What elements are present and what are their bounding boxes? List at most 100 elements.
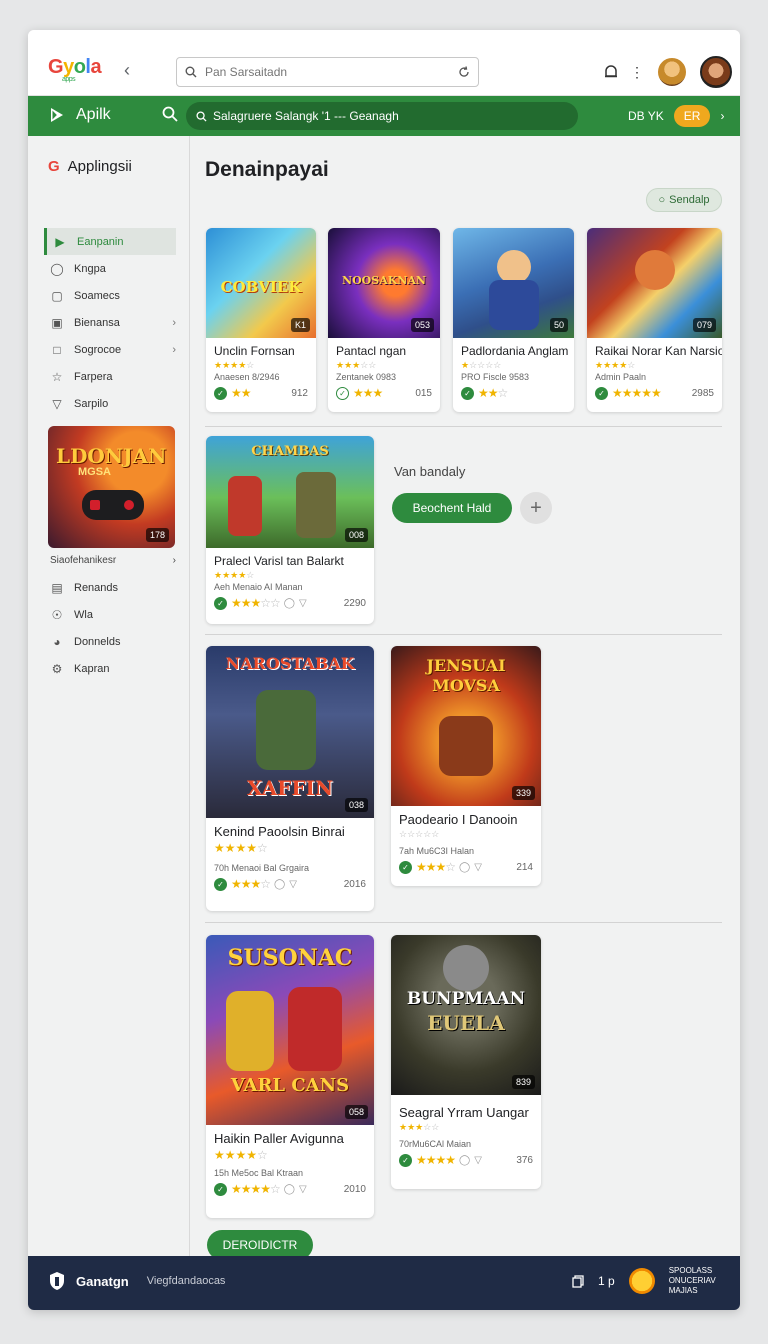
app-card[interactable]: NOOSAKNAN 053 Pantacl ngan ★★★☆☆ Zentane… xyxy=(328,228,440,412)
app-card[interactable]: CHAMBAS 008 Pralecl Varisl tan Balarkt ★… xyxy=(206,436,374,624)
download-count: 214 xyxy=(516,861,533,873)
like-icon[interactable]: ◯ xyxy=(284,1184,295,1195)
footer-link[interactable]: 1 p xyxy=(598,1274,615,1288)
bookmark-icon[interactable]: ▽ xyxy=(474,1155,482,1166)
app-art-title: CHAMBAS xyxy=(251,444,329,459)
avatar[interactable] xyxy=(656,56,688,88)
sidebar-item-kapran[interactable]: ⚙ Kapran xyxy=(44,655,176,682)
download-count: 912 xyxy=(291,387,308,399)
like-icon[interactable]: ◯ xyxy=(284,598,295,609)
character-head xyxy=(635,250,675,290)
refresh-icon[interactable] xyxy=(458,66,470,78)
app-thumbnail: BUNPMAAN EUELA 839 xyxy=(391,935,541,1095)
character-body xyxy=(489,280,539,330)
main-content: Denainpayai ○ Sendalp COBVIEK K1 Unclin … xyxy=(191,136,740,1260)
sidebar-item-label: Kngpa xyxy=(74,262,106,275)
app-card-footer: ✓ ★★★★☆ ◯ ▽ 2010 xyxy=(206,1179,374,1202)
app-card[interactable]: BUNPMAAN EUELA 839 Seagral Yrram Uangar … xyxy=(391,935,541,1189)
footer-right: 1 p SPOOLASS ONUCERIAV MAJIAS xyxy=(572,1266,716,1296)
sidebar-item-label: Soamecs xyxy=(74,289,120,302)
sidebar-item-donnelds[interactable]: ◕ Donnelds xyxy=(44,628,176,655)
sidebar-item-eanpanin[interactable]: ▶ Eanpanin xyxy=(44,228,176,255)
footer-promo[interactable]: SPOOLASS ONUCERIAV MAJIAS xyxy=(669,1266,716,1296)
bookmark-icon[interactable]: ▽ xyxy=(299,598,307,609)
app-search-text: Salagruere Salangk '1 --- Geanagh xyxy=(213,109,399,123)
bookmark-icon[interactable]: ▽ xyxy=(289,879,297,890)
filter-pill[interactable]: ○ Sendalp xyxy=(646,188,722,212)
bookmark-icon[interactable]: ▽ xyxy=(299,1184,307,1195)
sidebar-nav: ▶ Eanpanin ◯ Kngpa ▢ Soamecs ▣ Bienansa … xyxy=(44,228,176,417)
sidebar-promo-banner[interactable]: LDONJAN MGSA 178 xyxy=(48,426,175,548)
app-meta: PRO Fiscle 9583 xyxy=(461,372,530,382)
settings-icon: ⚙ xyxy=(51,661,63,676)
footer-brand-name: Ganatgn xyxy=(76,1273,129,1289)
rating-stars: ★★★★☆ xyxy=(214,841,268,855)
app-card[interactable]: JENSUAI MOVSA 339 Paodeario I Danooin ☆☆… xyxy=(391,646,541,886)
app-badge: K1 xyxy=(290,318,310,332)
promo-sun-icon xyxy=(628,1268,655,1294)
search-icon[interactable] xyxy=(162,106,178,122)
app-badge: 339 xyxy=(511,786,535,800)
app-card[interactable]: 50 Padlordania Anglam ★☆☆☆☆ PRO Fiscle 9… xyxy=(453,228,574,412)
check-icon: ✓ xyxy=(461,386,474,400)
sidebar-item-label: Sarpilo xyxy=(74,397,109,410)
app-card-footer: ✓ ★★ 912 xyxy=(206,383,316,406)
back-arrow-icon[interactable]: ‹ xyxy=(124,60,130,81)
chevron-right-icon[interactable]: › xyxy=(720,109,724,123)
sidebar-item-bienansa[interactable]: ▣ Bienansa › xyxy=(44,309,176,336)
copy-icon[interactable] xyxy=(572,1274,584,1288)
app-art-title: COBVIEK xyxy=(220,278,302,296)
page-title: Denainpayai xyxy=(205,158,329,181)
gamepad-icon xyxy=(82,490,144,520)
logo-sub: apps xyxy=(62,76,76,83)
app-badge: 008 xyxy=(344,528,368,542)
download-count: 015 xyxy=(415,387,432,399)
sidebar-item-sarpilo[interactable]: ▽ Sarpilo xyxy=(44,390,176,417)
sidebar-subheading[interactable]: Siaofehanikesr › xyxy=(50,555,176,566)
language-label[interactable]: DB YK xyxy=(628,109,664,123)
app-card[interactable]: NAROSTABAK XAFFIN 038 Kenind Paoolsin Bi… xyxy=(206,646,374,911)
sidebar-item-wla[interactable]: ☉ Wla xyxy=(44,601,176,628)
app-card[interactable]: COBVIEK K1 Unclin Fornsan ★★★★☆ Anaesen … xyxy=(206,228,316,412)
sidebar-item-soamecs[interactable]: ▢ Soamecs xyxy=(44,282,176,309)
app-card-footer: ✓ ★★★★★ 2985 xyxy=(587,383,722,406)
sidebar-item-label: Sogrocoe xyxy=(74,343,122,356)
app-badge: 839 xyxy=(511,1075,535,1089)
top-search-input[interactable] xyxy=(205,65,450,79)
app-card-footer: ✓ ★★★☆ ◯ ▽ 214 xyxy=(391,857,541,880)
play-icon: ▶ xyxy=(55,234,65,249)
like-icon[interactable]: ◯ xyxy=(274,879,285,890)
add-icon[interactable]: + xyxy=(520,492,552,524)
sidebar-item-label: Kapran xyxy=(74,662,110,675)
sidebar-title-text: Applingsii xyxy=(67,158,132,175)
footer-brand[interactable]: Ganatgn Viegfdandaocas xyxy=(48,1271,225,1291)
app-name: Kenind Paoolsin Binrai xyxy=(214,824,345,839)
download-count: 2290 xyxy=(343,597,366,609)
bookmark-icon[interactable]: ▽ xyxy=(474,862,482,873)
promo-badge: 178 xyxy=(145,528,169,542)
sidebar-subheading-text: Siaofehanikesr xyxy=(50,555,117,566)
app-brand[interactable]: Apilk xyxy=(48,106,111,124)
app-thumbnail: NAROSTABAK XAFFIN 038 xyxy=(206,646,374,818)
account-badge[interactable]: ER xyxy=(673,105,711,127)
app-card[interactable]: 079 Raikai Norar Kan Narsio ★★★★☆ Admin … xyxy=(587,228,722,412)
app-name: Seagral Yrram Uangar xyxy=(399,1105,529,1120)
app-card[interactable]: SUSONAC VARL CANS 058 Haikin Paller Avig… xyxy=(206,935,374,1218)
avatar[interactable] xyxy=(700,56,732,88)
sidebar-item-sogrocoe[interactable]: □ Sogrocoe › xyxy=(44,336,176,363)
brand-logo[interactable]: Gyola apps xyxy=(48,56,102,83)
download-count: 376 xyxy=(516,1154,533,1166)
app-search-field[interactable]: Salagruere Salangk '1 --- Geanagh xyxy=(186,102,578,130)
app-card-footer: ✓ ★★☆ xyxy=(453,383,574,406)
footer-promo-line: MAJIAS xyxy=(668,1286,698,1295)
sidebar-item-farpera[interactable]: ☆ Farpera xyxy=(44,363,176,390)
sidebar-item-kngpa[interactable]: ◯ Kngpa xyxy=(44,255,176,282)
like-icon[interactable]: ◯ xyxy=(459,862,470,873)
sidebar-item-renands[interactable]: ▤ Renands xyxy=(44,574,176,601)
app-art-subtitle: XAFFIN xyxy=(246,776,334,800)
top-search-bar[interactable] xyxy=(176,57,479,87)
like-icon[interactable]: ◯ xyxy=(459,1155,470,1166)
more-vert-icon[interactable]: ⋮ xyxy=(630,64,644,81)
bell-icon[interactable] xyxy=(604,64,618,80)
primary-action-button[interactable]: Beochent Hald xyxy=(392,493,512,523)
